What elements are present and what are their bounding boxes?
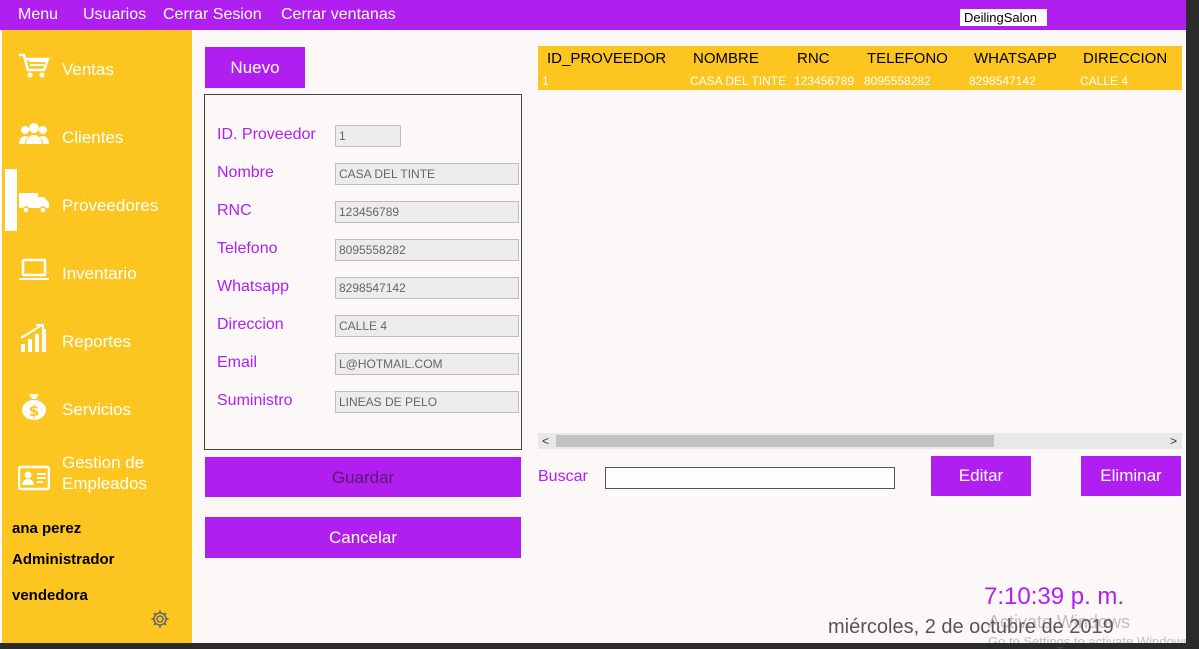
sidebar-item-label: Ventas (62, 60, 114, 79)
cancelar-button[interactable]: Cancelar (205, 517, 521, 558)
suministro-label: Suministro (217, 392, 293, 409)
sidebar-item-label: Gestion de Empleados (62, 453, 148, 493)
editar-button[interactable]: Editar (931, 456, 1031, 496)
horizontal-scrollbar[interactable]: < > (538, 433, 1182, 449)
rnc-field[interactable]: 123456789 (335, 201, 519, 223)
sidebar-item-label: Proveedores (62, 196, 159, 215)
proveedores-grid: ID_PROVEEDOR NOMBRE RNC TELEFONO WHATSAP… (538, 46, 1182, 450)
suministro-field[interactable]: LINEAS DE PELO (335, 391, 519, 413)
activate-windows-watermark: Activate Windows (988, 612, 1131, 632)
window-edge (1186, 0, 1199, 647)
column-header[interactable]: ID_PROVEEDOR (547, 50, 666, 67)
clock-time: 7:10:39 p. m. (984, 583, 1125, 610)
nombre-label: Nombre (217, 164, 274, 181)
table-row[interactable]: 1 CASA DEL TINTE 123456789 8095558282 82… (538, 72, 1182, 90)
app-window: Menu Usuarios Cerrar Sesion Cerrar venta… (0, 0, 1199, 649)
menu-item-cerrar-ventanas[interactable]: Cerrar ventanas (281, 6, 396, 24)
ide-status-strip (0, 643, 1199, 647)
id-proveedor-field[interactable]: 1 (335, 125, 401, 147)
laptop-icon (19, 258, 49, 280)
table-cell: CALLE 4 (1080, 74, 1129, 88)
column-header[interactable]: DIRECCION (1083, 50, 1167, 67)
whatsapp-field[interactable]: 8298547142 (335, 277, 519, 299)
email-label: Email (217, 354, 258, 371)
buscar-label: Buscar (538, 468, 588, 485)
truck-icon (19, 193, 49, 214)
money-bag-icon: $ (22, 394, 46, 420)
sidebar-item-ventas[interactable]: Ventas (2, 36, 192, 96)
column-header[interactable]: RNC (797, 50, 830, 67)
menu-item-menu[interactable]: Menu (18, 6, 58, 24)
cart-icon (19, 53, 50, 78)
sidebar: Ventas Clientes Proveedores Inventario R… (2, 30, 192, 643)
guardar-button[interactable]: Guardar (205, 457, 521, 497)
table-cell: 1 (542, 74, 549, 88)
menu-item-cerrar-sesion[interactable]: Cerrar Sesion (163, 6, 262, 24)
nuevo-button[interactable]: Nuevo (205, 47, 305, 88)
bar-chart-icon (20, 324, 46, 352)
sidebar-item-label: Servicios (62, 400, 131, 419)
menu-item-usuarios[interactable]: Usuarios (83, 6, 146, 24)
id-proveedor-label: ID. Proveedor (217, 126, 316, 143)
sidebar-item-label: Clientes (62, 128, 124, 147)
rnc-label: RNC (217, 202, 252, 219)
table-cell: CASA DEL TINTE (690, 74, 787, 88)
proveedor-form: ID. Proveedor 1 Nombre CASA DEL TINTE RN… (204, 94, 522, 450)
eliminar-button[interactable]: Eliminar (1081, 456, 1181, 496)
sidebar-item-gestion-empleados[interactable]: Gestion de Empleados (2, 444, 192, 514)
column-header[interactable]: WHATSAPP (974, 50, 1057, 67)
search-input[interactable] (605, 467, 895, 489)
id-card-icon (18, 465, 50, 491)
user-position: vendedora (12, 587, 88, 604)
users-icon (19, 123, 49, 144)
nombre-field[interactable]: CASA DEL TINTE (335, 163, 519, 185)
sidebar-item-inventario[interactable]: Inventario (2, 240, 192, 300)
scroll-right-icon[interactable]: > (1170, 433, 1177, 449)
whatsapp-label: Whatsapp (217, 278, 290, 295)
gear-icon[interactable] (150, 609, 170, 629)
column-header[interactable]: NOMBRE (693, 50, 759, 67)
sidebar-item-reportes[interactable]: Reportes (2, 308, 192, 368)
user-name: ana perez (12, 520, 82, 537)
direccion-field[interactable]: CALLE 4 (335, 315, 519, 337)
sidebar-item-proveedores[interactable]: Proveedores (2, 172, 192, 232)
user-role: Administrador (12, 551, 115, 568)
telefono-field[interactable]: 8095558282 (335, 239, 519, 261)
telefono-label: Telefono (217, 240, 278, 257)
column-header[interactable]: TELEFONO (867, 50, 948, 67)
scrollbar-thumb[interactable] (556, 435, 994, 447)
table-cell: 123456789 (794, 74, 855, 88)
sidebar-item-label: Inventario (62, 264, 137, 283)
direccion-label: Direccion (217, 316, 284, 333)
grid-header: ID_PROVEEDOR NOMBRE RNC TELEFONO WHATSAP… (538, 46, 1182, 72)
scroll-left-icon[interactable]: < (542, 433, 549, 449)
sidebar-item-label: Reportes (62, 332, 131, 351)
brand-label: DeilingSalon (960, 9, 1047, 26)
table-cell: 8095558282 (864, 74, 931, 88)
sidebar-item-clientes[interactable]: Clientes (2, 104, 192, 164)
table-cell: 8298547142 (969, 74, 1036, 88)
svg-text:$: $ (29, 402, 39, 420)
sidebar-item-servicios[interactable]: $ Servicios (2, 376, 192, 436)
email-field[interactable]: L@HOTMAIL.COM (335, 353, 519, 375)
menu-bar: Menu Usuarios Cerrar Sesion Cerrar venta… (0, 0, 1186, 30)
